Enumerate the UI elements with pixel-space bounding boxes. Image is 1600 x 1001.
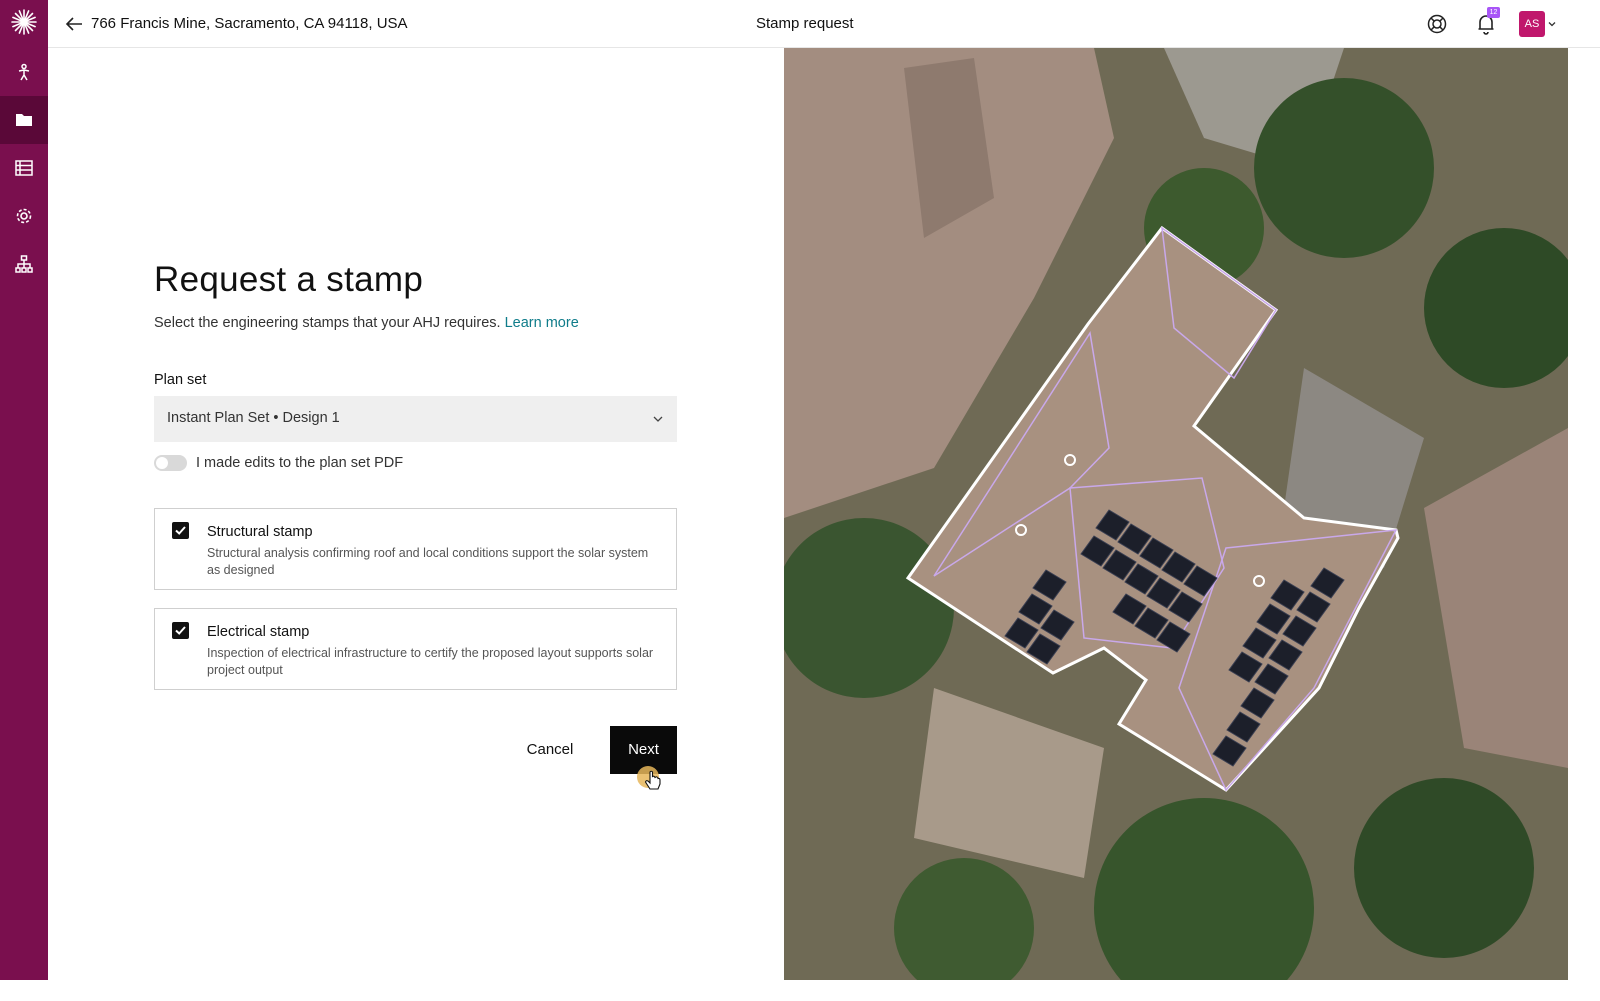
back-arrow-icon[interactable] [64,14,84,34]
toggle-knob [156,457,168,469]
logo-icon[interactable] [10,8,38,36]
page-title: Stamp request [756,15,854,32]
gear-icon [16,208,32,224]
plan-set-value: Instant Plan Set • Design 1 [167,410,340,426]
stamp-title: Electrical stamp [207,624,310,640]
sidebar-item-projects[interactable] [0,96,48,144]
help-icon[interactable] [1427,14,1447,34]
form-title: Request a stamp [154,260,424,299]
cancel-button[interactable]: Cancel [510,726,590,774]
person-icon [18,63,30,81]
learn-more-link[interactable]: Learn more [505,315,579,331]
checkmark-icon [175,526,186,535]
sidebar-item-settings[interactable] [0,192,48,240]
sidebar-item-organization[interactable] [0,240,48,288]
aerial-roof-map[interactable] [784,48,1568,980]
stamp-request-form: Request a stamp Select the engineering s… [48,48,784,980]
subtitle-text: Select the engineering stamps that your … [154,315,501,331]
avatar[interactable]: AS [1519,11,1545,37]
roof-layout-svg [784,48,1568,980]
chevron-down-icon[interactable] [1548,20,1556,28]
plan-set-select[interactable]: Instant Plan Set • Design 1 [154,396,677,442]
edits-toggle[interactable] [154,455,187,471]
sidebar [0,0,48,980]
stamp-description: Inspection of electrical infrastructure … [207,646,654,677]
checkmark-icon [175,626,186,635]
structural-stamp-checkbox[interactable] [172,522,189,539]
project-address: 766 Francis Mine, Sacramento, CA 94118, … [91,15,408,32]
structural-stamp-option[interactable]: Structural stamp Structural analysis con… [154,508,677,590]
tree [1254,78,1434,258]
stamp-description: Structural analysis confirming roof and … [207,546,649,577]
org-chart-icon [15,255,33,273]
electrical-stamp-option[interactable]: Electrical stamp Inspection of electrica… [154,608,677,690]
form-subtitle: Select the engineering stamps that your … [154,315,579,331]
chevron-down-icon [653,416,663,422]
edits-toggle-label: I made edits to the plan set PDF [196,455,404,471]
stamp-title: Structural stamp [207,524,313,540]
sidebar-item-database[interactable] [0,144,48,192]
notification-badge: 12 [1487,7,1500,18]
folder-icon [16,114,32,126]
table-icon [15,160,33,176]
pointer-cursor-icon [637,766,661,790]
plan-set-label: Plan set [154,372,207,388]
tree [1354,778,1534,958]
top-bar: 766 Francis Mine, Sacramento, CA 94118, … [48,0,1600,48]
sidebar-item-people[interactable] [0,48,48,96]
electrical-stamp-checkbox[interactable] [172,622,189,639]
